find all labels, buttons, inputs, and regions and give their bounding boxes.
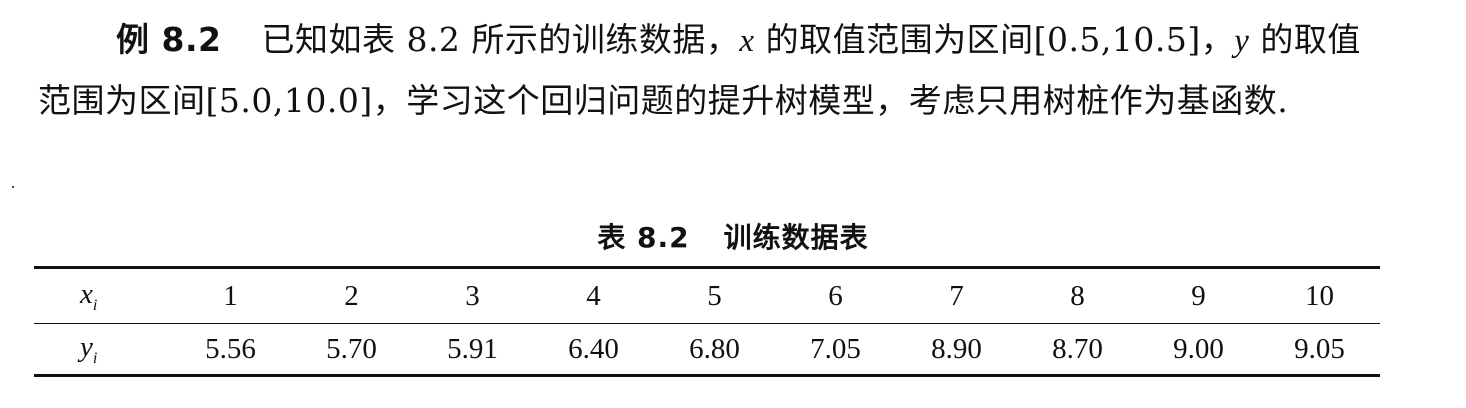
paragraph-text-part1: 已知如表 8.2 所示的训练数据， xyxy=(261,20,740,59)
cell-x-4: 4 xyxy=(533,266,654,324)
example-label: 例 8.2 xyxy=(116,20,222,59)
cell-x-6: 6 xyxy=(775,266,896,324)
scan-speck xyxy=(12,186,14,188)
row-label-y: yi xyxy=(34,323,170,377)
cell-y-2: 5.70 xyxy=(291,323,412,377)
cell-x-9: 9 xyxy=(1138,266,1259,324)
table-caption: 表 8.2 训练数据表 xyxy=(0,216,1466,256)
cell-y-3: 5.91 xyxy=(412,323,533,377)
variable-x: x xyxy=(739,23,755,59)
cell-y-8: 8.70 xyxy=(1017,323,1138,377)
paragraph-text-part2: 的取值范围为区间[0.5,10.5]， xyxy=(754,20,1235,59)
cell-y-5: 6.80 xyxy=(654,323,775,377)
cell-x-10: 10 xyxy=(1259,266,1380,324)
table-row-y: yi 5.56 5.70 5.91 6.40 6.80 7.05 8.90 8.… xyxy=(34,323,1380,377)
cell-y-1: 5.56 xyxy=(170,323,291,377)
table-row-x: xi 1 2 3 4 5 6 7 8 9 10 xyxy=(34,266,1380,324)
cell-x-5: 5 xyxy=(654,266,775,324)
cell-x-1: 1 xyxy=(170,266,291,324)
example-paragraph: 例 8.2 已知如表 8.2 所示的训练数据，x 的取值范围为区间[0.5,10.… xyxy=(38,10,1388,131)
cell-y-9: 9.00 xyxy=(1138,323,1259,377)
cell-x-8: 8 xyxy=(1017,266,1138,324)
variable-y: y xyxy=(1234,23,1250,59)
cell-y-7: 8.90 xyxy=(896,323,1017,377)
caption-number: 表 8.2 xyxy=(597,221,690,254)
training-data-table: xi 1 2 3 4 5 6 7 8 9 10 yi 5.56 5.70 5.9… xyxy=(34,266,1380,377)
cell-x-2: 2 xyxy=(291,266,412,324)
cell-x-7: 7 xyxy=(896,266,1017,324)
caption-title: 训练数据表 xyxy=(723,221,869,254)
cell-y-10: 9.05 xyxy=(1259,323,1380,377)
cell-x-3: 3 xyxy=(412,266,533,324)
row-label-x: xi xyxy=(34,266,170,324)
cell-y-6: 7.05 xyxy=(775,323,896,377)
cell-y-4: 6.40 xyxy=(533,323,654,377)
